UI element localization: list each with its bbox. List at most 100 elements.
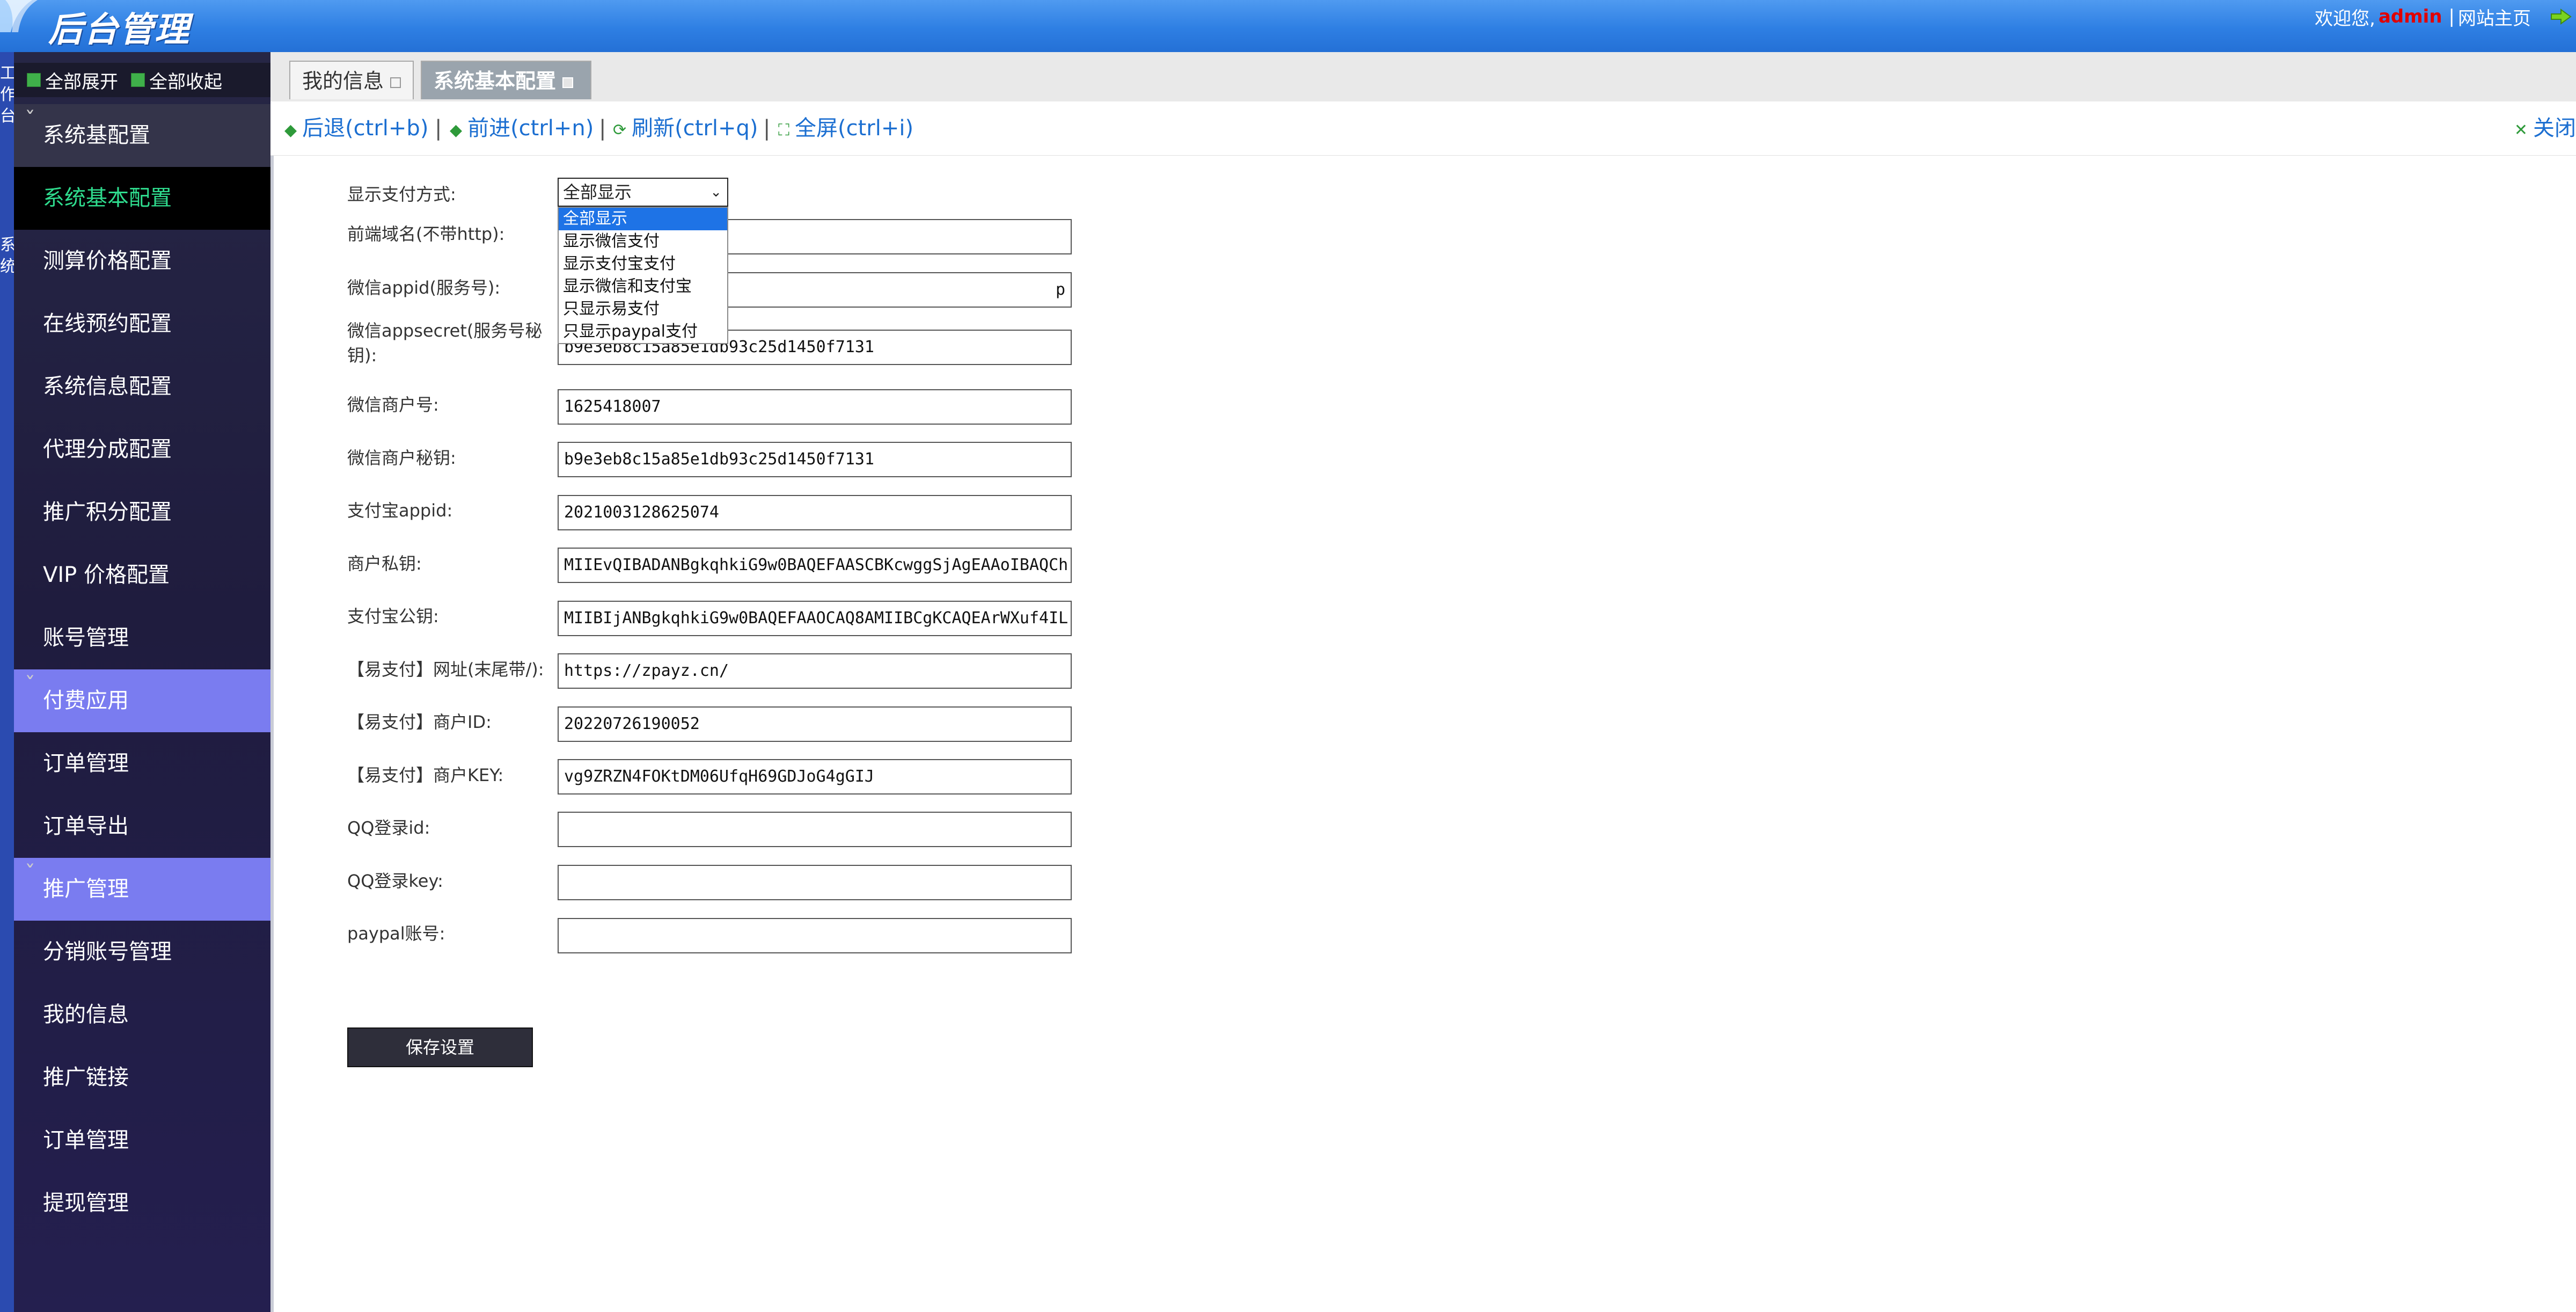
wechat-merchant-key-input[interactable]: b9e3eb8c15a85e1db93c25d1450f7131 <box>558 442 1072 477</box>
wechat-merchant-id-input[interactable]: 1625418007 <box>558 389 1072 425</box>
merchant-private-key-label: 商户私钥: <box>347 553 422 574</box>
rail-label-top[interactable]: 工作台 <box>0 63 16 127</box>
sidebar-item-accounts[interactable]: 账号管理 <box>14 607 270 669</box>
qq-login-id-input[interactable] <box>558 812 1072 847</box>
logout-arrow-icon[interactable] <box>2550 8 2572 26</box>
sidebar-item-label: 订单导出 <box>43 814 129 839</box>
sidebar-item-label: 账号管理 <box>43 625 129 650</box>
username[interactable]: admin <box>2379 6 2442 27</box>
back-button[interactable]: ◆ 后退(ctrl+b) <box>284 112 428 144</box>
wechat-appid-label: 微信appid(服务号): <box>347 278 501 298</box>
pay-display-label: 显示支付方式: <box>347 184 456 205</box>
dropdown-option[interactable]: 显示微信支付 <box>559 230 727 253</box>
back-arrow-icon: ◆ <box>284 121 297 140</box>
sidebar-item-label: 推广管理 <box>43 877 129 901</box>
fullscreen-button[interactable]: ⛶ 全屏(ctrl+i) <box>778 112 913 144</box>
refresh-button[interactable]: ⟳ 刷新(ctrl+q) <box>613 112 758 144</box>
dropdown-option[interactable]: 只显示易支付 <box>559 298 727 320</box>
forward-button[interactable]: ◆ 前进(ctrl+n) <box>450 112 594 144</box>
sidebar-item-price-config[interactable]: 测算价格配置 <box>14 230 270 293</box>
refresh-icon: ⟳ <box>613 121 627 140</box>
pay-display-dropdown: 全部显示 显示微信支付 显示支付宝支付 显示微信和支付宝 只显示易支付 只显示p… <box>558 207 728 344</box>
rail-label-bottom[interactable]: 系统 <box>0 235 16 278</box>
sidebar-item-booking-config[interactable]: 在线预约配置 <box>14 293 270 355</box>
header-divider: | <box>2448 6 2455 27</box>
alipay-public-key-input[interactable]: MIIBIjANBgkqhkiG9w0BAQEFAAOCAQ8AMIIBCgKC… <box>558 601 1072 636</box>
tab-close-icon[interactable] <box>390 77 401 88</box>
tab-bar: 我的信息 系统基本配置 <box>270 52 2576 103</box>
sidebar-group-paid-apps[interactable]: 付费应用 <box>14 654 270 732</box>
sidebar-item-vip-config[interactable]: VIP 价格配置 <box>14 544 270 607</box>
collapse-all-label: 全部收起 <box>149 71 222 93</box>
sidebar-group-system[interactable]: 系统基配置 <box>14 89 270 167</box>
welcome-text: 欢迎您, <box>2315 8 2375 30</box>
paypal-account-input[interactable] <box>558 918 1072 953</box>
alipay-public-key-label: 支付宝公钥: <box>347 606 439 626</box>
sidebar-item-agent-config[interactable]: 代理分成配置 <box>14 418 270 481</box>
tab-my-info[interactable]: 我的信息 <box>289 61 414 99</box>
qq-login-key-input[interactable] <box>558 865 1072 900</box>
sidebar-item-info-config[interactable]: 系统信息配置 <box>14 355 270 418</box>
dropdown-option[interactable]: 显示支付宝支付 <box>559 253 727 275</box>
chevron-down-icon: ⌄ <box>710 184 722 200</box>
sidebar-item-orders-2[interactable]: 订单管理 <box>14 1109 270 1172</box>
dropdown-option[interactable]: 显示微信和支付宝 <box>559 275 727 298</box>
sidebar-menu: 系统基配置 系统基本配置 测算价格配置 在线预约配置 系统信息配置 代理分成配置… <box>14 89 270 1235</box>
tab-label: 我的信息 <box>302 69 384 93</box>
epay-merchant-key-label: 【易支付】商户KEY: <box>347 765 504 785</box>
collapse-all-button[interactable]: 全部收起 <box>131 67 222 93</box>
alipay-appid-input[interactable]: 2021003128625074 <box>558 495 1072 530</box>
dropdown-option[interactable]: 只显示paypal支付 <box>559 320 727 343</box>
sidebar-item-promo-links[interactable]: 推广链接 <box>14 1046 270 1109</box>
epay-merchant-id-label: 【易支付】商户ID: <box>347 712 492 732</box>
close-button[interactable]: ✕ 关闭 <box>2514 112 2576 144</box>
site-home-link[interactable]: 网站主页 <box>2458 4 2531 30</box>
dropdown-option[interactable]: 全部显示 <box>559 208 727 230</box>
wechat-appsecret-label: 微信appsecret(服务号秘钥): <box>347 320 543 366</box>
nav-toolbar: ◆ 后退(ctrl+b) | ◆ 前进(ctrl+n) | ⟳ 刷新(ctrl+q) … <box>270 101 2576 156</box>
close-label: 关闭 <box>2533 116 2576 141</box>
forward-arrow-icon: ◆ <box>450 121 463 140</box>
sidebar-item-label: 系统基本配置 <box>43 186 172 210</box>
sidebar-item-label: 推广积分配置 <box>43 500 172 524</box>
expand-icon <box>27 73 41 87</box>
alipay-appid-label: 支付宝appid: <box>347 500 453 521</box>
sidebar-item-withdrawals[interactable]: 提现管理 <box>14 1172 270 1235</box>
close-icon: ✕ <box>2514 121 2528 140</box>
header-user-area: 欢迎您, admin | 网站主页 <box>2315 3 2576 30</box>
epay-url-input[interactable]: https://zpayz.cn/ <box>558 653 1072 689</box>
merchant-private-key-input[interactable]: MIIEvQIBADANBgkqhkiG9w0BAQEFAASCBKcwggSj… <box>558 548 1072 583</box>
expand-all-button[interactable]: 全部展开 <box>27 67 118 93</box>
collapse-icon <box>131 73 145 87</box>
toolbar-divider: | <box>599 116 606 141</box>
sidebar: 全部展开 全部收起 系统基配置 系统基本配置 测算价格配置 在线预约配置 系统信… <box>14 52 270 1312</box>
sidebar-item-label: 测算价格配置 <box>43 249 172 273</box>
sidebar-item-label: 代理分成配置 <box>43 437 172 462</box>
app-title: 后台管理 <box>48 10 190 50</box>
epay-url-label: 【易支付】网址(末尾带/): <box>347 659 544 680</box>
pay-display-select[interactable]: 全部显示 ⌄ <box>558 178 728 207</box>
sidebar-item-points-config[interactable]: 推广积分配置 <box>14 481 270 544</box>
sidebar-item-label: 我的信息 <box>43 1002 129 1027</box>
sidebar-item-label: 系统基配置 <box>43 123 150 148</box>
epay-merchant-id-input[interactable]: 20220726190052 <box>558 706 1072 742</box>
qq-login-key-label: QQ登录key: <box>347 871 443 891</box>
tab-close-icon[interactable] <box>562 77 574 88</box>
expand-all-label: 全部展开 <box>45 71 118 93</box>
save-settings-button[interactable]: 保存设置 <box>347 1027 533 1067</box>
sidebar-item-label: 订单管理 <box>43 751 129 776</box>
sidebar-item-orders[interactable]: 订单管理 <box>14 732 270 795</box>
toolbar-divider: | <box>763 116 771 141</box>
epay-merchant-key-input[interactable]: vg9ZRZN4FOKtDM06UfqH69GDJoG4gGIJ <box>558 759 1072 795</box>
sidebar-item-distributor-accounts[interactable]: 分销账号管理 <box>14 921 270 983</box>
sidebar-item-system-basic-config[interactable]: 系统基本配置 <box>14 167 270 230</box>
sidebar-group-promotion[interactable]: 推广管理 <box>14 843 270 921</box>
toolbar-divider: | <box>435 116 442 141</box>
sidebar-item-label: 订单管理 <box>43 1128 129 1153</box>
sidebar-item-order-export[interactable]: 订单导出 <box>14 795 270 858</box>
sidebar-item-label: 分销账号管理 <box>43 939 172 964</box>
sidebar-item-my-info[interactable]: 我的信息 <box>14 983 270 1046</box>
sidebar-item-label: 提现管理 <box>43 1191 129 1215</box>
tab-system-basic-config[interactable]: 系统基本配置 <box>421 61 591 99</box>
sidebar-item-label: 付费应用 <box>43 688 129 713</box>
